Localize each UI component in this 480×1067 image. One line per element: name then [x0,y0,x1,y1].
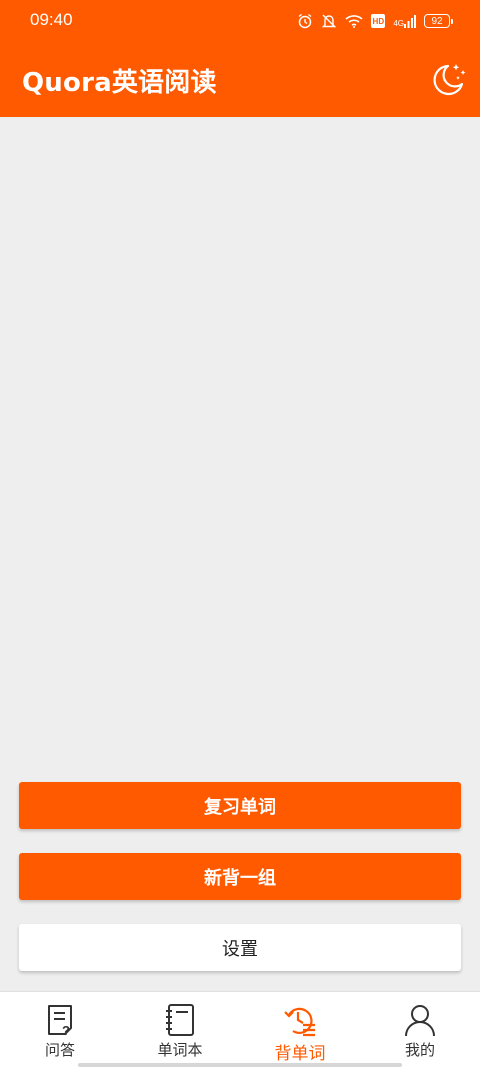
status-time: 09:40 [30,10,73,29]
profile-icon [403,1002,437,1038]
notebook-icon [163,1002,197,1038]
home-indicator [78,1063,402,1067]
moon-stars-icon[interactable] [428,60,468,100]
nav-label-memorize: 背单词 [274,1044,326,1064]
page-title: Quora英语阅读 [22,68,217,98]
nav-item-notebook[interactable]: 单词本 [120,992,240,1067]
nav-item-qa[interactable]: ? 问答 [0,992,120,1067]
new-group-button[interactable]: 新背一组 [19,853,461,900]
svg-text:?: ? [62,1023,70,1037]
app-header: 09:40 HD 4G 92 Quora英语阅读 [0,0,480,117]
settings-button[interactable]: 设置 [19,924,461,971]
qa-icon: ? [45,1002,75,1038]
nav-label-qa: 问答 [44,1041,75,1059]
nav-item-profile[interactable]: 我的 [360,992,480,1067]
nav-label-notebook: 单词本 [157,1041,203,1059]
hd-icon: HD [371,14,386,28]
network-label: 4G [393,19,404,28]
signal-icon: 4G [393,14,416,28]
review-words-button[interactable]: 复习单词 [19,782,461,829]
wifi-icon [345,15,363,28]
bottom-nav: ? 问答 单词本 背单词 我的 [0,991,480,1067]
memorize-icon [283,1002,317,1038]
battery-icon: 92 [424,14,453,28]
status-icons: HD 4G 92 [297,11,453,31]
nav-item-memorize[interactable]: 背单词 [240,992,360,1067]
nav-label-profile: 我的 [404,1041,435,1059]
mute-icon [322,14,337,28]
status-bar: 09:40 HD 4G 92 [0,0,480,40]
alarm-icon [298,13,312,29]
